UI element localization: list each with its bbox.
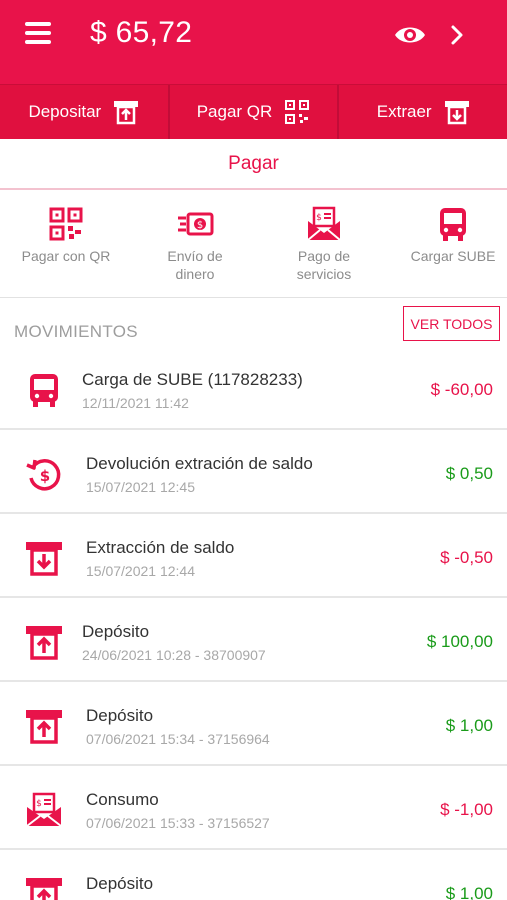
movement-subtitle: 12/11/2021 11:42 xyxy=(82,395,189,411)
movement-amount: $ -0,50 xyxy=(440,548,493,567)
top-bar: $ 65,72 xyxy=(0,0,507,84)
bill-envelope-icon: $ xyxy=(307,206,341,241)
movement-amount: $ 1,00 xyxy=(445,884,493,900)
deposit-icon xyxy=(114,101,139,125)
movement-subtitle: 07/06/2021 15:33 - 37156527 xyxy=(86,815,270,831)
eye-icon[interactable] xyxy=(393,20,427,50)
money-transfer-icon: $ xyxy=(178,212,214,236)
movement-title: Depósito xyxy=(82,622,150,641)
deposit-label: Depositar xyxy=(28,102,102,121)
deposit-icon xyxy=(26,626,62,660)
qr-icon xyxy=(49,207,83,241)
movement-amount: $ -1,00 xyxy=(440,800,493,819)
pay-qr-label: Pagar QR xyxy=(196,102,273,121)
list-item[interactable]: Carga de SUBE (117828233) 12/11/2021 11:… xyxy=(0,346,507,430)
movement-amount: $ 1,00 xyxy=(445,716,493,735)
bus-icon xyxy=(30,374,58,407)
shortcut-pay-services[interactable]: $ Pago de servicios xyxy=(264,205,384,283)
list-item[interactable]: Depósito 07/06/2021 15:34 - 37156964 $ 1… xyxy=(0,682,507,766)
svg-text:$: $ xyxy=(36,799,42,809)
refund-icon: $ xyxy=(26,459,61,491)
list-item[interactable]: Extracción de saldo 15/07/2021 12:44 $ -… xyxy=(0,514,507,598)
shortcut-money-transfer[interactable]: $ Envío de dinero xyxy=(135,205,255,283)
list-item[interactable]: Depósito $ 1,00 xyxy=(0,850,507,900)
movement-amount: $ 0,50 xyxy=(445,464,493,483)
withdraw-icon xyxy=(444,101,469,125)
shortcut-label: Pagar con QR xyxy=(21,248,111,264)
hamburger-menu-icon[interactable] xyxy=(25,22,51,44)
svg-text:$: $ xyxy=(40,467,50,485)
shortcut-label: Envío de dinero xyxy=(167,248,223,282)
shortcut-label: Pago de servicios xyxy=(296,248,352,282)
movement-amount: $ 100,00 xyxy=(426,632,493,651)
movement-subtitle: 15/07/2021 12:44 xyxy=(86,563,195,579)
movement-title: Carga de SUBE (117828233) xyxy=(82,370,303,389)
deposit-button[interactable]: Depositar xyxy=(0,85,170,139)
movement-subtitle: 24/06/2021 10:28 - 38700907 xyxy=(82,647,266,663)
quick-actions-bar: Depositar Pagar QR Extraer xyxy=(0,84,507,139)
shortcut-load-sube[interactable]: Cargar SUBE xyxy=(393,205,507,265)
withdraw-label: Extraer xyxy=(376,102,432,121)
view-all-button[interactable]: VER TODOS xyxy=(403,306,500,341)
movement-title: Extracción de saldo xyxy=(86,538,235,557)
movement-title: Devolución extración de saldo xyxy=(86,454,313,473)
list-item[interactable]: $ Consumo 07/06/2021 15:33 - 37156527 $ … xyxy=(0,766,507,850)
balance-amount: $ 65,72 xyxy=(90,16,193,49)
movement-title: Consumo xyxy=(86,790,159,809)
movement-amount: $ -60,00 xyxy=(430,380,493,399)
pay-qr-button[interactable]: Pagar QR xyxy=(170,85,340,139)
list-item[interactable]: $ Devolución extración de saldo 15/07/20… xyxy=(0,430,507,514)
pay-tab-header[interactable]: Pagar xyxy=(0,140,507,190)
deposit-icon xyxy=(26,878,62,900)
svg-text:$: $ xyxy=(316,213,322,223)
pay-shortcuts: Pagar con QR $ Envío de dinero $ Pago de… xyxy=(0,191,507,298)
qr-icon xyxy=(285,100,310,124)
movements-title: MOVIMIENTOS xyxy=(14,322,138,341)
movement-title: Depósito xyxy=(86,874,154,893)
movement-subtitle: 07/06/2021 15:34 - 37156964 xyxy=(86,731,270,747)
list-item[interactable]: Depósito 24/06/2021 10:28 - 38700907 $ 1… xyxy=(0,598,507,682)
shortcut-label: Cargar SUBE xyxy=(410,248,496,264)
svg-text:$: $ xyxy=(197,220,203,231)
bill-envelope-icon: $ xyxy=(26,792,62,827)
movement-subtitle: 15/07/2021 12:45 xyxy=(86,479,195,495)
shortcut-pay-qr[interactable]: Pagar con QR xyxy=(6,205,126,265)
withdraw-icon xyxy=(26,542,62,576)
deposit-icon xyxy=(26,710,62,744)
bus-icon xyxy=(440,208,466,241)
tab-pay-label: Pagar xyxy=(228,153,279,174)
chevron-right-icon[interactable] xyxy=(446,22,468,48)
movement-title: Depósito xyxy=(86,706,154,725)
withdraw-button[interactable]: Extraer xyxy=(339,85,507,139)
